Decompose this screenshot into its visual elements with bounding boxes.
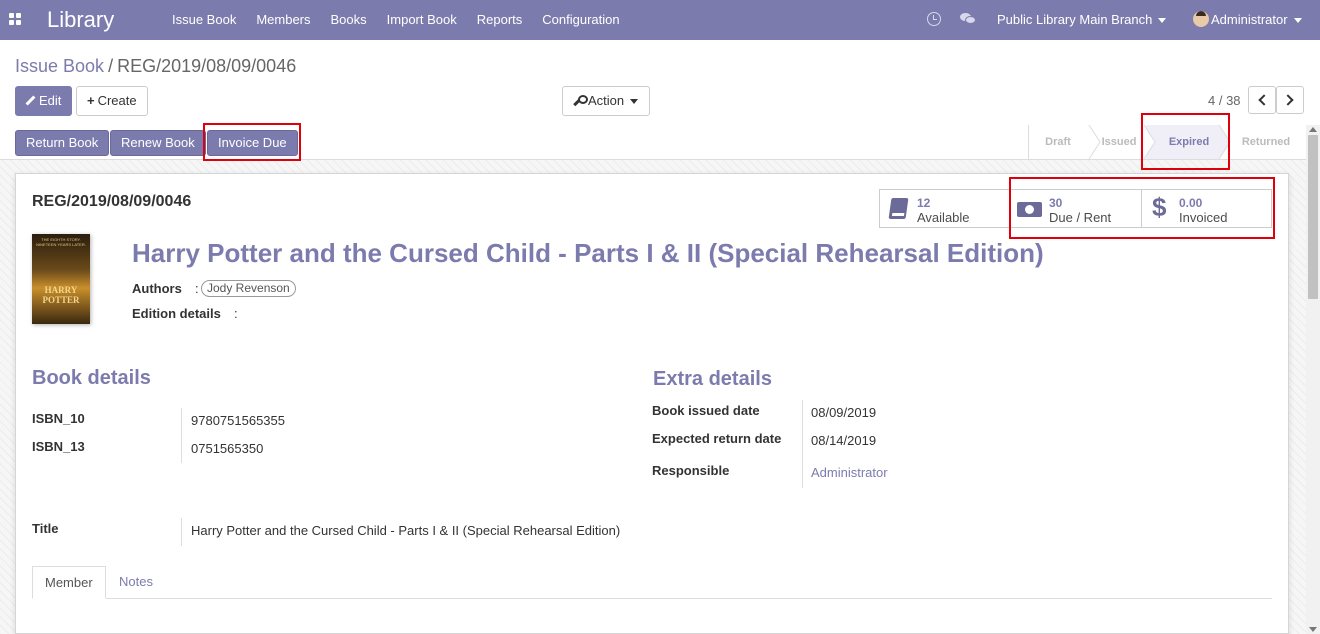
avatar [1193,11,1209,27]
plus-icon: + [87,93,95,108]
pager-value[interactable]: 4 / 38 [1208,93,1241,108]
highlight-invoice-due [203,123,301,161]
chevron-down-icon [1158,18,1167,24]
edit-button[interactable]: Edit [15,86,73,116]
scroll-down-arrow-icon[interactable] [1309,627,1317,632]
expected-return-label: Expected return date [652,431,782,446]
expected-return-value: 08/14/2019 [811,433,877,448]
action-label: Action [588,93,625,108]
tabs-underline [32,598,1272,599]
issued-date-label: Book issued date [652,403,760,418]
branch-name: Public Library Main Branch [997,12,1153,27]
breadcrumb: Issue Book / REG/2019/08/09/0046 [15,56,296,77]
isbn10-label: ISBN_10 [32,411,85,426]
tab-notes[interactable]: Notes [107,566,165,599]
page-scrollbar[interactable] [1306,125,1320,634]
status-bar: Return Book Renew Book Invoice Due Draft… [0,125,1306,160]
pencil-icon [26,96,35,105]
cover-tagline: THE EIGHTH STORY. NINETEEN YEARS LATER. [36,237,86,247]
pager-next-button[interactable] [1276,86,1304,114]
app-title: Library [47,7,115,32]
book-icon [888,198,909,219]
user-name: Administrator [1211,12,1288,27]
chevron-down-icon [1293,18,1302,24]
highlight-stat-buttons [1009,177,1275,239]
author-tag[interactable]: Jody Revenson [201,280,296,297]
isbn13-label: ISBN_13 [32,439,85,454]
menu-item-books[interactable]: Books [321,0,377,40]
title-label: Title [32,521,59,536]
isbn10-value: 9780751565355 [191,413,285,428]
available-label: Available [917,210,970,225]
scroll-thumb[interactable] [1308,135,1318,299]
user-menu[interactable]: Administrator [1193,0,1302,40]
step-returned[interactable]: Returned [1232,125,1300,159]
chat-icon[interactable] [960,13,976,25]
chevron-right-icon [1282,94,1294,106]
isbn13-value: 0751565350 [191,441,264,456]
renew-book-button[interactable]: Renew Book [110,130,206,156]
title-value: Harry Potter and the Cursed Child - Part… [191,523,621,538]
menu-item-configuration[interactable]: Configuration [532,0,629,40]
responsible-label: Responsible [652,463,730,478]
book-cover-image[interactable]: THE EIGHTH STORY. NINETEEN YEARS LATER. … [32,234,90,324]
action-dropdown[interactable]: Action [562,86,650,116]
available-stat-button[interactable]: 12 Available [879,189,1010,228]
divider [181,518,182,546]
edit-label: Edit [39,93,62,108]
edition-colon: : [234,306,238,321]
highlight-expired-step [1141,113,1230,170]
authors-label: Authors [132,281,182,296]
wrench-icon [573,95,588,106]
menu-item-members[interactable]: Members [246,0,320,40]
book-title: Harry Potter and the Cursed Child - Part… [132,238,1044,268]
authors-colon: : [195,281,199,296]
chevron-down-icon [630,99,639,105]
edition-label: Edition details [132,306,221,321]
record-reference: REG/2019/08/09/0046 [32,193,192,210]
step-issued[interactable]: Issued [1092,125,1146,159]
menu-item-reports[interactable]: Reports [467,0,533,40]
step-draft[interactable]: Draft [1029,125,1087,159]
responsible-link[interactable]: Administrator [811,465,888,480]
chevron-left-icon [1258,94,1270,106]
create-button[interactable]: + Create [76,86,148,116]
extra-details-heading: Extra details [653,368,772,390]
divider [181,408,182,463]
main-menu: Issue Book Members Books Import Book Rep… [162,0,630,40]
apps-menu-icon[interactable] [9,13,21,25]
menu-item-import-book[interactable]: Import Book [377,0,467,40]
issued-date-value: 08/09/2019 [811,405,877,420]
book-details-heading: Book details [32,367,151,389]
pager-previous-button[interactable] [1248,86,1276,114]
available-count: 12 [917,196,931,210]
scroll-up-arrow-icon[interactable] [1309,127,1317,132]
tab-member[interactable]: Member [32,566,106,599]
top-navbar: Library Issue Book Members Books Import … [0,0,1320,40]
create-label: Create [97,93,137,108]
return-book-button[interactable]: Return Book [15,130,110,156]
breadcrumb-separator: / [108,56,114,76]
divider [802,400,803,488]
cover-title-line2: POTTER [42,295,80,305]
cover-title-line1: HARRY [44,285,78,295]
branch-switcher[interactable]: Public Library Main Branch [997,0,1167,40]
breadcrumb-parent[interactable]: Issue Book [15,56,104,76]
breadcrumb-current: REG/2019/08/09/0046 [117,56,297,76]
menu-item-issue-book[interactable]: Issue Book [162,0,246,40]
activity-clock-icon[interactable] [927,12,941,26]
